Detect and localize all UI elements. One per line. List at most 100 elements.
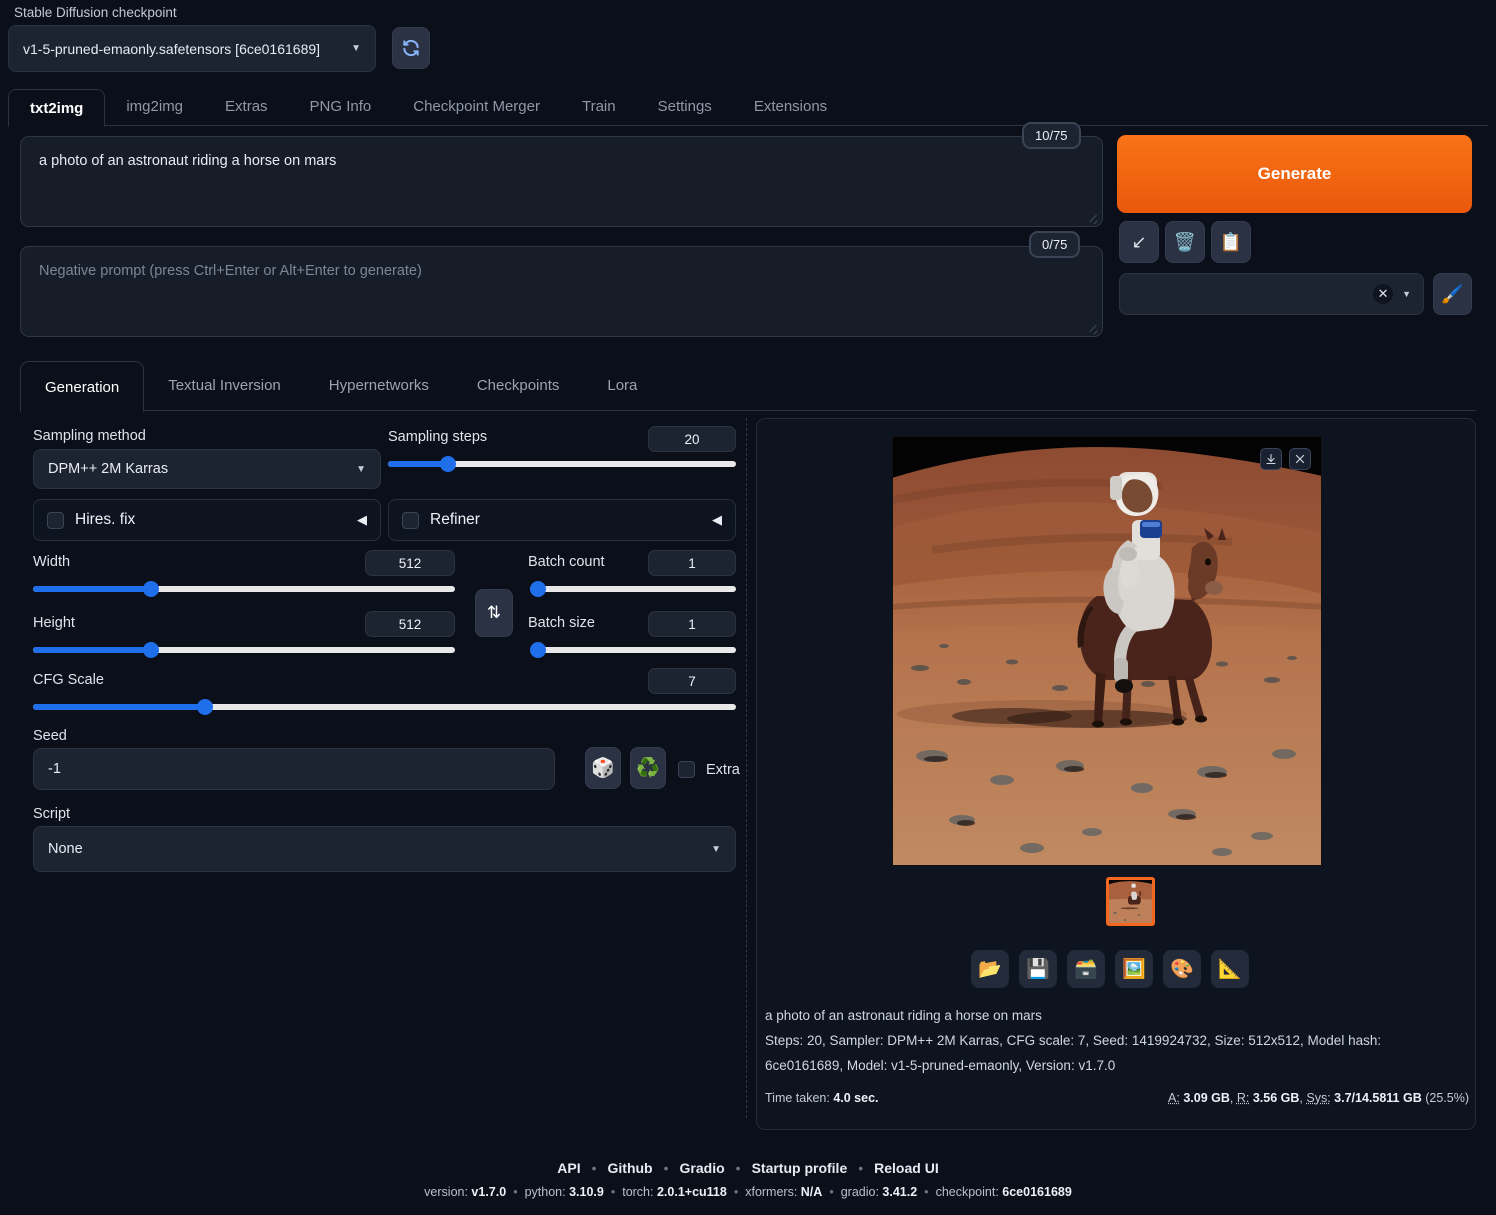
tab-img2img[interactable]: img2img (105, 88, 204, 126)
send-to-img2img-button[interactable]: 🖼️ (1115, 950, 1153, 988)
chevron-down-icon: ▼ (711, 843, 721, 855)
sampling-steps-label: Sampling steps (388, 429, 488, 445)
slider-fill (33, 704, 206, 710)
sampling-steps-value[interactable]: 20 (648, 426, 736, 452)
batch-size-slider[interactable] (530, 642, 736, 658)
mem-a-label: A: (1168, 1091, 1180, 1105)
slider-knob[interactable] (142, 642, 159, 658)
slider-knob[interactable] (530, 581, 546, 597)
height-value[interactable]: 512 (365, 611, 455, 637)
sampling-steps-slider[interactable] (388, 456, 736, 472)
version-value: 6ce0161689 (1002, 1185, 1072, 1199)
sampling-method-dropdown[interactable]: DPM++ 2M Karras ▼ (33, 449, 381, 489)
close-icon[interactable]: ✕ (1373, 284, 1394, 304)
footer-link-gradio[interactable]: Gradio (680, 1160, 725, 1176)
edit-styles-button[interactable]: 🖌️ (1433, 273, 1472, 315)
tab-checkpoint-merger[interactable]: Checkpoint Merger (392, 88, 561, 126)
width-value[interactable]: 512 (365, 550, 455, 576)
tab-extensions[interactable]: Extensions (733, 88, 848, 126)
save-button[interactable]: 💾 (1019, 950, 1057, 988)
footer-link-startup-profile[interactable]: Startup profile (752, 1160, 848, 1176)
negative-prompt-placeholder: Negative prompt (press Ctrl+Enter or Alt… (39, 263, 422, 279)
prompt-input[interactable]: a photo of an astronaut riding a horse o… (20, 136, 1103, 227)
tab-train[interactable]: Train (561, 88, 637, 126)
open-folder-button[interactable]: 📂 (971, 950, 1009, 988)
tab-settings[interactable]: Settings (637, 88, 733, 126)
slider-knob[interactable] (530, 642, 546, 658)
footer-link-reload-ui[interactable]: Reload UI (874, 1160, 939, 1176)
batch-count-value[interactable]: 1 (648, 550, 736, 576)
footer-separator: • (924, 1185, 929, 1199)
extra-seed-checkbox[interactable] (678, 761, 695, 778)
subtab-generation[interactable]: Generation (20, 361, 145, 412)
footer-separator: • (591, 1160, 597, 1176)
close-image-button[interactable] (1289, 448, 1311, 470)
time-taken-value: 4.0 sec. (833, 1091, 879, 1105)
width-label: Width (33, 554, 71, 570)
generate-button[interactable]: Generate (1117, 135, 1472, 213)
subtab-hypernetworks[interactable]: Hypernetworks (305, 360, 453, 411)
cfg-scale-value[interactable]: 7 (648, 668, 736, 694)
refresh-checkpoint-button[interactable] (392, 27, 430, 69)
dice-icon: 🎲 (591, 758, 615, 779)
swap-dimensions-button[interactable]: ⇅ (475, 589, 513, 637)
save-zip-button[interactable]: 🗃️ (1067, 950, 1105, 988)
slider-knob[interactable] (440, 456, 457, 472)
width-slider[interactable] (33, 581, 455, 597)
script-dropdown[interactable]: None ▼ (33, 826, 736, 872)
clear-prompt-button[interactable]: 🗑️ (1165, 221, 1205, 263)
refiner-label: Refiner (430, 511, 480, 528)
generated-image[interactable] (891, 435, 1323, 867)
footer-separator: • (663, 1160, 669, 1176)
height-slider[interactable] (33, 642, 455, 658)
footer-separator: • (858, 1160, 864, 1176)
cfg-scale-slider[interactable] (33, 699, 736, 715)
footer-link-api[interactable]: API (557, 1160, 580, 1176)
prompt-token-counter: 10/75 (1022, 122, 1081, 149)
send-to-inpaint-button[interactable]: 🎨 (1163, 950, 1201, 988)
subtab-checkpoints[interactable]: Checkpoints (453, 360, 584, 411)
panel-divider (746, 418, 747, 1118)
generation-footer: Time taken: 4.0 sec. A: 3.09 GB, R: 3.56… (765, 1091, 1469, 1105)
refiner-checkbox[interactable] (402, 511, 419, 529)
footer-separator: • (513, 1185, 518, 1199)
read-generation-parameters-button[interactable]: ↙ (1119, 221, 1159, 263)
info-params-line1: Steps: 20, Sampler: DPM++ 2M Karras, CFG… (765, 1032, 1382, 1048)
negative-prompt-input[interactable]: Negative prompt (press Ctrl+Enter or Alt… (20, 246, 1103, 337)
reuse-seed-button[interactable]: ♻️ (630, 747, 666, 789)
subtab-lora[interactable]: Lora (583, 360, 661, 411)
resize-grip-icon[interactable] (1086, 211, 1098, 223)
batch-count-slider[interactable] (530, 581, 736, 597)
resize-grip-icon[interactable] (1086, 321, 1098, 333)
send-to-extras-button[interactable]: 📐 (1211, 950, 1249, 988)
seed-input[interactable]: -1 (33, 748, 555, 790)
download-image-button[interactable] (1260, 448, 1282, 470)
trash-icon: 🗑️ (1173, 231, 1197, 252)
send-to-inpaint-icon: 🎨 (1170, 959, 1194, 980)
apply-style-button[interactable]: 📋 (1211, 221, 1251, 263)
footer-links: API • Github • Gradio • Startup profile • Reload… (0, 1160, 1496, 1176)
tab-txt2img[interactable]: txt2img (8, 89, 106, 127)
tab-extras[interactable]: Extras (204, 88, 289, 126)
batch-count-label: Batch count (528, 554, 605, 570)
checkpoint-dropdown[interactable]: v1-5-pruned-emaonly.safetensors [6ce0161… (8, 25, 376, 72)
styles-dropdown[interactable]: ✕ ▼ (1119, 273, 1424, 315)
random-seed-button[interactable]: 🎲 (585, 747, 621, 789)
slider-knob[interactable] (196, 699, 213, 715)
hires-fix-checkbox[interactable] (47, 511, 64, 529)
image-action-toolbar: 📂 💾 🗃️ 🖼️ 🎨 📐 (971, 950, 1249, 988)
open-folder-icon: 📂 (978, 959, 1002, 980)
hires-fix-accordion[interactable]: Hires. fix ◀ (33, 499, 381, 541)
subtab-textual-inversion[interactable]: Textual Inversion (144, 360, 305, 411)
gallery-thumbnail[interactable] (1106, 877, 1155, 926)
slider-knob[interactable] (142, 581, 159, 597)
version-value: 2.0.1+cu118 (656, 1185, 727, 1199)
mem-sys-label: Sys: (1306, 1091, 1331, 1105)
footer-separator: • (735, 1160, 741, 1176)
chevron-left-icon: ◀ (712, 512, 722, 527)
tab-png-info[interactable]: PNG Info (289, 88, 393, 126)
refiner-accordion[interactable]: Refiner ◀ (388, 499, 736, 541)
footer-link-github[interactable]: Github (608, 1160, 653, 1176)
main-tab-bar: txt2img img2img Extras PNG Info Checkpoint M… (8, 88, 1488, 127)
batch-size-value[interactable]: 1 (648, 611, 736, 637)
